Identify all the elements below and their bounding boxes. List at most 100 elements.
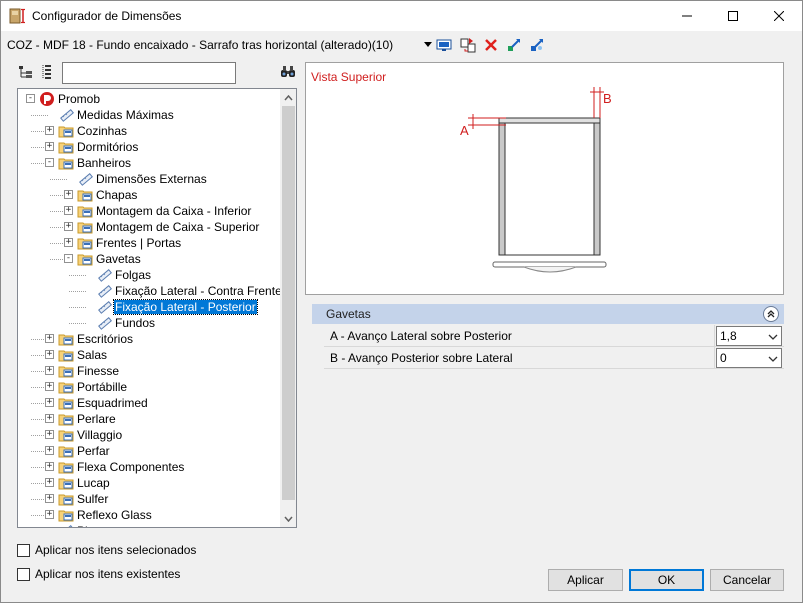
- tree-item-label: Gavetas: [96, 252, 141, 266]
- expand-node-icon[interactable]: +: [45, 334, 54, 343]
- tree-item-label: Medidas Máximas: [77, 108, 174, 122]
- scroll-thumb[interactable]: [282, 106, 295, 500]
- property-value-combo-a[interactable]: 1,8: [716, 326, 782, 346]
- tree-item[interactable]: - Banheiros: [18, 155, 280, 171]
- apply-button[interactable]: Aplicar: [548, 569, 623, 591]
- tree-item[interactable]: + Esquadrimed: [18, 395, 280, 411]
- collapse-node-icon[interactable]: -: [64, 254, 73, 263]
- tree-item-label: Finesse: [77, 364, 120, 378]
- expand-node-icon[interactable]: +: [45, 142, 54, 151]
- expand-node-icon[interactable]: +: [64, 190, 73, 199]
- tree-item[interactable]: Pl...: [18, 523, 280, 527]
- tree-item-label: Dimensões Externas: [96, 172, 207, 186]
- apply-selected-checkbox[interactable]: Aplicar nos itens selecionados: [17, 542, 196, 558]
- tree-item[interactable]: + Villaggio: [18, 427, 280, 443]
- expand-node-icon[interactable]: +: [45, 510, 54, 519]
- delete-button[interactable]: [482, 36, 500, 54]
- export-button[interactable]: [528, 36, 546, 54]
- tree-item[interactable]: Fixação Lateral - Posterior: [18, 299, 280, 315]
- folder-icon: [77, 254, 93, 266]
- tree-item-label: Perfar: [77, 444, 110, 458]
- expand-node-icon[interactable]: +: [45, 494, 54, 503]
- property-group-label: Gavetas: [326, 307, 371, 321]
- cancel-button[interactable]: Cancelar: [710, 569, 784, 591]
- scroll-down-button[interactable]: [280, 510, 296, 527]
- tree-item[interactable]: + Flexa Componentes: [18, 459, 280, 475]
- select-item-button[interactable]: [435, 36, 453, 54]
- checkbox-label: Aplicar nos itens selecionados: [35, 543, 197, 557]
- collapse-group-button[interactable]: [763, 306, 779, 322]
- tree-item[interactable]: Dimensões Externas: [18, 171, 280, 187]
- expand-node-icon[interactable]: +: [45, 382, 54, 391]
- expand-node-icon[interactable]: +: [45, 478, 54, 487]
- tree-item[interactable]: Fixação Lateral - Contra Frente: [18, 283, 282, 299]
- tree-item-label: Montagem da Caixa - Inferior: [96, 204, 252, 218]
- tree-item[interactable]: + Dormitórios: [18, 139, 280, 155]
- tree-item[interactable]: + Cozinhas: [18, 123, 280, 139]
- tree-item[interactable]: + Lucap: [18, 475, 280, 491]
- expand-node-icon[interactable]: +: [45, 462, 54, 471]
- tree-item[interactable]: - Promob: [18, 91, 280, 107]
- tree-item[interactable]: + Frentes | Portas: [18, 235, 280, 251]
- tree-item[interactable]: + Montagem da Caixa - Inferior: [18, 203, 280, 219]
- expand-node-icon[interactable]: +: [45, 366, 54, 375]
- tree-item[interactable]: + Sulfer: [18, 491, 280, 507]
- expand-node-icon[interactable]: +: [45, 126, 54, 135]
- expand-node-icon[interactable]: +: [64, 238, 73, 247]
- chevron-up-icon: [284, 94, 293, 100]
- expand-tree-button[interactable]: [17, 63, 35, 81]
- category-tree[interactable]: - Promob Medidas Máximas + Cozinhas + Dormitór…: [17, 88, 297, 528]
- tree-item[interactable]: + Reflexo Glass: [18, 507, 280, 523]
- tree-item[interactable]: + Chapas: [18, 187, 280, 203]
- binoculars-icon: [281, 66, 295, 77]
- tree-item[interactable]: Folgas: [18, 267, 280, 283]
- collapse-tree-button[interactable]: [39, 63, 57, 81]
- folder-icon: [58, 494, 74, 506]
- collapse-node-icon[interactable]: -: [26, 94, 35, 103]
- expand-node-icon[interactable]: +: [45, 430, 54, 439]
- find-button[interactable]: [279, 63, 297, 81]
- ok-button[interactable]: OK: [629, 569, 704, 591]
- tree-item[interactable]: + Salas: [18, 347, 280, 363]
- tree-item[interactable]: + Escritórios: [18, 331, 280, 347]
- dimension-label-a: A: [460, 123, 469, 138]
- maximize-button[interactable]: [710, 1, 756, 31]
- tree-item[interactable]: - Gavetas: [18, 251, 280, 267]
- copy-item-button[interactable]: [459, 36, 477, 54]
- minimize-button[interactable]: [664, 1, 710, 31]
- tree-item[interactable]: + Portábille: [18, 379, 280, 395]
- folder-icon: [58, 142, 74, 154]
- collapse-node-icon[interactable]: -: [45, 158, 54, 167]
- tree-item[interactable]: + Finesse: [18, 363, 280, 379]
- expand-node-icon[interactable]: +: [45, 398, 54, 407]
- tree-item[interactable]: + Perfar: [18, 443, 280, 459]
- tree-item[interactable]: Medidas Máximas: [18, 107, 280, 123]
- expand-node-icon[interactable]: +: [64, 206, 73, 215]
- tree-search-input[interactable]: [62, 62, 236, 84]
- folder-icon: [58, 382, 74, 394]
- expand-node-icon[interactable]: +: [64, 222, 73, 231]
- folder-icon: [58, 478, 74, 490]
- tree-item-label: Frentes | Portas: [96, 236, 182, 250]
- apply-existing-checkbox[interactable]: Aplicar nos itens existentes: [17, 566, 180, 582]
- property-group-header[interactable]: Gavetas: [312, 304, 784, 324]
- tree-item-label: Flexa Componentes: [77, 460, 185, 474]
- tree-item[interactable]: + Perlare: [18, 411, 280, 427]
- scroll-up-button[interactable]: [280, 89, 296, 106]
- property-value: 0: [720, 351, 727, 365]
- tree-item[interactable]: Fundos: [18, 315, 280, 331]
- tree-connector: [50, 179, 67, 180]
- checkbox-box[interactable]: [17, 567, 30, 581]
- tree-item-label: Fixação Lateral - Contra Frente: [115, 284, 282, 298]
- import-button[interactable]: [505, 36, 523, 54]
- tree-connector: [69, 323, 86, 324]
- triangle-down-icon: [424, 42, 432, 47]
- property-value-combo-b[interactable]: 0: [716, 348, 782, 368]
- expand-node-icon[interactable]: +: [45, 350, 54, 359]
- expand-node-icon[interactable]: +: [45, 414, 54, 423]
- tree-item[interactable]: + Montagem de Caixa - Superior: [18, 219, 280, 235]
- checkbox-box[interactable]: [17, 543, 30, 557]
- expand-node-icon[interactable]: +: [45, 446, 54, 455]
- tree-vertical-scrollbar[interactable]: [280, 89, 296, 527]
- close-button[interactable]: [756, 1, 802, 31]
